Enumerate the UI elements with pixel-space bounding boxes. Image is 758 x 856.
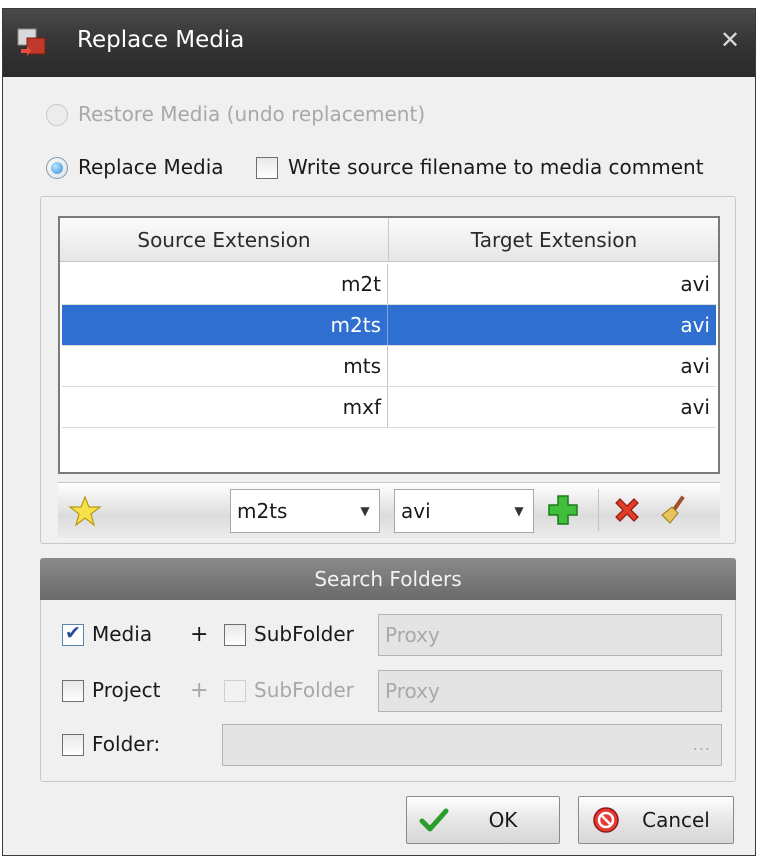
project-label: Project: [92, 678, 161, 702]
source-cell: mts: [62, 346, 388, 386]
folder-label: Folder:: [92, 732, 161, 756]
source-extension-combo[interactable]: m2ts ▼: [230, 489, 380, 533]
replace-media-radio[interactable]: [46, 157, 68, 179]
table-row[interactable]: m2t avi: [62, 264, 716, 305]
source-extension-value: m2ts: [237, 499, 288, 523]
cancel-button[interactable]: Cancel: [578, 796, 734, 844]
target-extension-value: avi: [401, 499, 431, 523]
table-row-selected[interactable]: m2ts avi: [62, 305, 716, 346]
media-label: Media: [92, 622, 153, 646]
target-cell: avi: [680, 395, 710, 419]
media-checkbox[interactable]: [62, 622, 84, 646]
table-row[interactable]: mts avi: [62, 346, 716, 387]
source-cell: m2t: [62, 264, 388, 304]
target-cell: avi: [680, 272, 710, 296]
media-subfolder-checkbox[interactable]: [224, 624, 246, 646]
project-checkbox[interactable]: [62, 680, 84, 702]
write-comment-label: Write source filename to media comment: [288, 155, 704, 179]
replace-media-label: Replace Media: [78, 155, 224, 179]
cancel-button-label: Cancel: [642, 808, 710, 832]
grid-header: Source Extension Target Extension: [60, 218, 718, 262]
column-divider: [388, 218, 389, 262]
chevron-down-icon[interactable]: ▼: [509, 500, 529, 522]
project-proxy-field[interactable]: Proxy: [378, 670, 722, 712]
source-extension-header[interactable]: Source Extension: [60, 218, 388, 262]
media-subfolder-label: SubFolder: [254, 622, 354, 646]
folder-path-field[interactable]: ...: [222, 724, 722, 766]
folder-checkbox[interactable]: [62, 734, 84, 756]
restore-media-radio[interactable]: [46, 104, 68, 126]
broom-icon[interactable]: [656, 493, 690, 527]
ok-button[interactable]: OK: [406, 796, 560, 844]
delete-icon[interactable]: [610, 493, 644, 527]
source-cell: m2ts: [62, 305, 388, 345]
replace-media-app-icon: [17, 28, 46, 56]
plus-sign: +: [190, 678, 209, 703]
restore-media-label: Restore Media (undo replacement): [78, 102, 426, 126]
title-bar[interactable]: Replace Media ✕: [3, 9, 755, 77]
browse-ellipsis[interactable]: ...: [693, 725, 711, 765]
ok-button-label: OK: [488, 808, 518, 832]
dialog-title: Replace Media: [77, 27, 245, 53]
target-extension-combo[interactable]: avi ▼: [394, 489, 534, 533]
add-icon[interactable]: [546, 493, 580, 527]
mapping-toolbar: m2ts ▼ avi ▼: [58, 482, 720, 538]
source-cell: mxf: [62, 387, 388, 427]
search-folders-header: Search Folders: [40, 558, 736, 600]
star-icon[interactable]: [68, 494, 102, 528]
plus-sign: +: [190, 622, 209, 647]
project-subfolder-label: SubFolder: [254, 678, 354, 702]
table-row[interactable]: mxf avi: [62, 387, 716, 428]
target-cell: avi: [680, 313, 710, 337]
target-cell: avi: [680, 354, 710, 378]
write-comment-checkbox[interactable]: [256, 157, 278, 179]
close-icon[interactable]: ✕: [713, 23, 747, 57]
media-proxy-field[interactable]: Proxy: [378, 614, 722, 656]
project-subfolder-checkbox[interactable]: [224, 680, 246, 702]
chevron-down-icon[interactable]: ▼: [355, 500, 375, 522]
target-extension-header[interactable]: Target Extension: [390, 218, 718, 262]
toolbar-separator: [598, 489, 599, 531]
extension-grid: Source Extension Target Extension m2t av…: [58, 216, 720, 474]
